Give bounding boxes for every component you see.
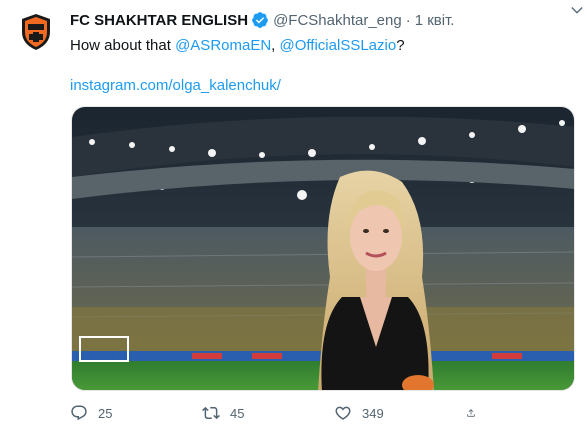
reply-button[interactable]: 25: [70, 404, 202, 422]
text-suffix: ?: [396, 37, 405, 54]
like-icon: [335, 406, 351, 420]
share-button[interactable]: [466, 404, 486, 422]
tweet: FC SHAKHTAR ENGLISH @FCShakhtar_eng · 1 …: [0, 0, 587, 434]
share-icon: [467, 409, 475, 417]
tweet-content: FC SHAKHTAR ENGLISH @FCShakhtar_eng · 1 …: [70, 10, 575, 96]
retweet-count: 45: [230, 405, 245, 421]
separator-dot: ·: [405, 11, 411, 29]
tweet-timestamp[interactable]: 1 квіт.: [415, 12, 455, 29]
tweet-text: How about that @ASRomaEN, @OfficialSSLaz…: [70, 36, 575, 56]
reply-count: 25: [98, 405, 113, 421]
retweet-icon: [202, 406, 220, 420]
avatar[interactable]: [14, 10, 58, 54]
tweet-actions: 25 45 349: [70, 402, 510, 424]
retweet-button[interactable]: 45: [202, 404, 334, 422]
tweet-photo[interactable]: [71, 106, 575, 391]
reply-icon: [71, 405, 87, 421]
mention-asroma[interactable]: @ASRomaEN: [175, 37, 271, 54]
caret-down-icon[interactable]: [569, 2, 585, 18]
author-name[interactable]: FC SHAKHTAR ENGLISH: [70, 12, 248, 29]
text-between: ,: [271, 37, 280, 54]
tweet-header: FC SHAKHTAR ENGLISH @FCShakhtar_eng · 1 …: [70, 10, 575, 30]
verified-icon: [251, 11, 269, 29]
instagram-link[interactable]: instagram.com/olga_kalenchuk/: [70, 77, 281, 94]
like-button[interactable]: 349: [334, 404, 466, 422]
text-prefix: How about that: [70, 37, 176, 54]
author-handle[interactable]: @FCShakhtar_eng: [273, 12, 402, 29]
mention-lazio[interactable]: @OfficialSSLazio: [280, 37, 397, 54]
like-count: 349: [362, 405, 384, 421]
tweet-link-line: instagram.com/olga_kalenchuk/: [70, 76, 575, 96]
